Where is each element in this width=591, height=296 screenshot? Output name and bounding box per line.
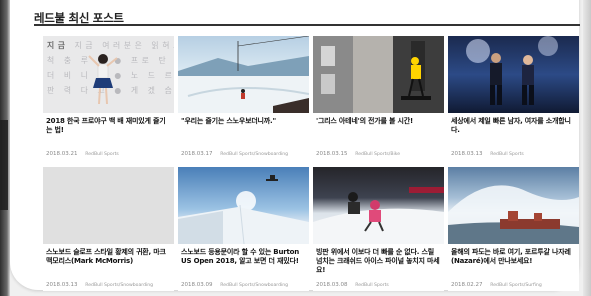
snowboard-jump-scene — [178, 175, 309, 244]
post-meta: 2018.03.13 RedBull Sports — [451, 151, 524, 157]
post-thumbnail-sprinters[interactable] — [448, 36, 579, 113]
post-title[interactable]: 스노보드 슬로프 스타일 황제의 귀환, 마크 맥모리스(Mark McMorr… — [46, 248, 171, 275]
post-date: 2018.03.13 — [451, 151, 483, 157]
post-meta: 2018.03.21 RedBull Sports — [46, 151, 119, 157]
post-category: RedBull Sports — [355, 283, 389, 288]
background-page-shadow — [0, 120, 8, 210]
post-card[interactable]: 빙판 위에서 이보다 더 빠를 순 없다. 스릴 넘치는 크래쉬드 아이스 파이… — [313, 167, 444, 291]
post-card[interactable]: 올해의 파도는 바로 여기, 포르투갈 나자레(Nazaré)에서 만나보세요!… — [448, 167, 579, 291]
post-meta: 2018.03.13 RedBull Sports/Snowboarding — [46, 282, 153, 288]
cheerleader-figure — [88, 54, 118, 105]
post-meta: 2018.02.27 RedBull Sports/Surfing — [451, 282, 542, 288]
post-category: RedBull Sports/Surfing — [490, 283, 542, 288]
wave-lighthouse-scene — [448, 185, 579, 244]
post-card[interactable]: '그리스 아테네'의 전가를 볼 시간! 2018.03.15 RedBull … — [313, 36, 444, 160]
post-meta: 2018.03.17 RedBull Sports/Snowboarding — [181, 151, 288, 157]
post-thumbnail-snowboarding[interactable] — [178, 36, 309, 113]
post-card[interactable]: 지금 지금 여러분은 읽혀보세 척 충 루 판 ● 프로 탄 외 더 비 니 배… — [43, 36, 174, 160]
post-card[interactable]: 스노보드 등용문이라 할 수 있는 Burton US Open 2018, 알… — [178, 167, 309, 291]
ice-cross-scene — [313, 187, 444, 244]
post-meta: 2018.03.08 RedBull Sports — [316, 282, 389, 288]
post-title[interactable]: 빙판 위에서 이보다 더 빠를 순 없다. 스릴 넘치는 크래쉬드 아이스 파이… — [316, 248, 441, 275]
post-date: 2018.03.09 — [181, 282, 213, 288]
post-thumbnail-bike[interactable] — [313, 36, 444, 113]
post-title[interactable]: 2018 한국 프로야구 백 배 재미있게 즐기는 법! — [46, 117, 171, 144]
street-bike-scene — [313, 36, 444, 113]
post-category: RedBull Sports/Snowboarding — [220, 152, 289, 157]
post-category: RedBull Sports/Snowboarding — [85, 283, 154, 288]
section-divider — [34, 24, 580, 26]
post-card[interactable]: 세상에서 제일 빠른 남자, 여자를 소개합니다. 2018.03.13 Red… — [448, 36, 579, 160]
post-meta: 2018.03.15 RedBull Sports/Bike — [316, 151, 400, 157]
post-date: 2018.03.13 — [46, 282, 78, 288]
post-thumbnail-nazare-surf[interactable] — [448, 167, 579, 244]
background-page-edge-right — [583, 0, 591, 296]
post-title[interactable]: '그리스 아테네'의 전가를 볼 시간! — [316, 117, 441, 144]
post-date: 2018.03.17 — [181, 151, 213, 157]
post-category: RedBull Sports/Snowboarding — [220, 283, 289, 288]
post-date: 2018.03.21 — [46, 151, 78, 157]
athletes-scene — [466, 36, 558, 105]
post-category: RedBull Sports — [85, 152, 119, 157]
post-thumbnail-crashed-ice[interactable] — [313, 167, 444, 244]
post-card[interactable]: 스노보드 슬로프 스타일 황제의 귀환, 마크 맥모리스(Mark McMorr… — [43, 167, 174, 291]
post-title[interactable]: 올해의 파도는 바로 여기, 포르투갈 나자레(Nazaré)에서 만나보세요! — [451, 248, 576, 275]
post-date: 2018.02.27 — [451, 282, 483, 288]
post-thumbnail-baseball[interactable]: 지금 지금 여러분은 읽혀보세 척 충 루 판 ● 프로 탄 외 더 비 니 배… — [43, 36, 174, 113]
post-date: 2018.03.08 — [316, 282, 348, 288]
post-title[interactable]: 세상에서 제일 빠른 남자, 여자를 소개합니다. — [451, 117, 576, 144]
post-title[interactable]: 스노보드 등용문이라 할 수 있는 Burton US Open 2018, 알… — [181, 248, 306, 275]
post-category: RedBull Sports/Bike — [355, 152, 401, 157]
post-grid: 지금 지금 여러분은 읽혀보세 척 충 루 판 ● 프로 탄 외 더 비 니 배… — [43, 36, 581, 291]
post-thumbnail-placeholder[interactable] — [43, 167, 174, 244]
post-title[interactable]: "우리는 즐기는 스노우보더니까." — [181, 117, 306, 144]
post-category: RedBull Sports — [490, 152, 524, 157]
post-thumbnail-burton-open[interactable] — [178, 167, 309, 244]
post-card[interactable]: "우리는 즐기는 스노우보더니까." 2018.03.17 RedBull Sp… — [178, 36, 309, 160]
ski-slope-scene — [178, 36, 309, 113]
post-date: 2018.03.15 — [316, 151, 348, 157]
post-meta: 2018.03.09 RedBull Sports/Snowboarding — [181, 282, 288, 288]
